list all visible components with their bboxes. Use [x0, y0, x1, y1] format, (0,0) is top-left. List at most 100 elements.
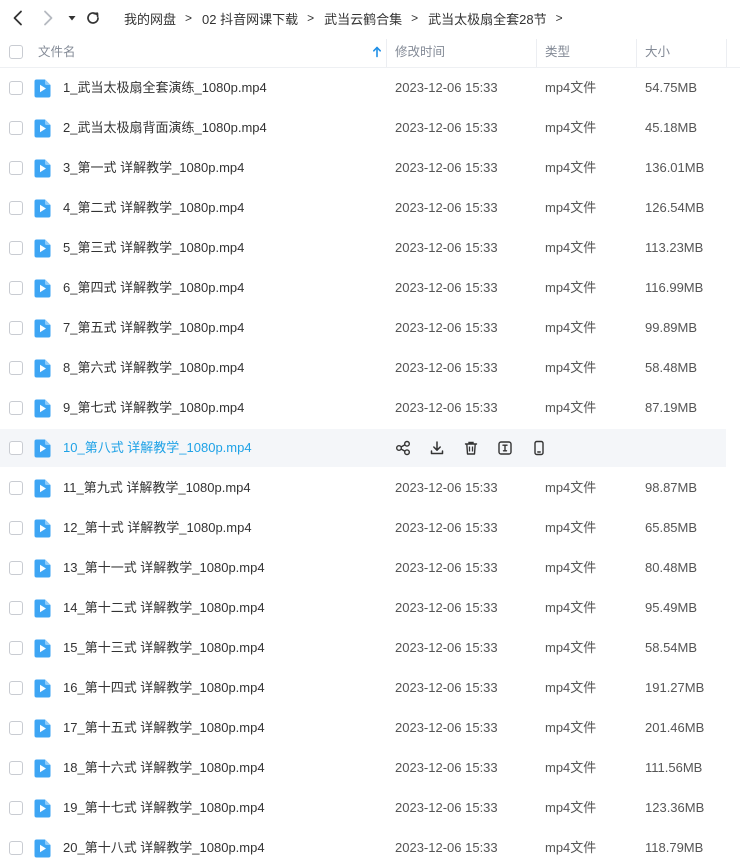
file-modified-time: 2023-12-06 15:33 — [395, 360, 498, 375]
row-checkbox[interactable] — [9, 481, 23, 495]
file-name[interactable]: 1_武当太极扇全套演练_1080p.mp4 — [63, 69, 267, 107]
file-modified-time: 2023-12-06 15:33 — [395, 840, 498, 855]
select-all-checkbox[interactable] — [9, 45, 23, 59]
file-row[interactable]: 7_第五式 详解教学_1080p.mp4 2023-12-06 15:33 mp4… — [0, 309, 726, 347]
file-name[interactable]: 5_第三式 详解教学_1080p.mp4 — [63, 229, 244, 267]
row-checkbox[interactable] — [9, 321, 23, 335]
file-row[interactable]: 19_第十七式 详解教学_1080p.mp4 2023-12-06 15:33 m… — [0, 789, 726, 827]
file-row[interactable]: 4_第二式 详解教学_1080p.mp4 2023-12-06 15:33 mp4… — [0, 189, 726, 227]
file-type: mp4文件 — [545, 280, 597, 295]
row-checkbox[interactable] — [9, 281, 23, 295]
row-checkbox[interactable] — [9, 241, 23, 255]
file-name[interactable]: 17_第十五式 详解教学_1080p.mp4 — [63, 709, 265, 747]
row-checkbox[interactable] — [9, 361, 23, 375]
file-name[interactable]: 2_武当太极扇背面演练_1080p.mp4 — [63, 109, 267, 147]
forward-button[interactable] — [38, 8, 58, 28]
file-row[interactable]: 17_第十五式 详解教学_1080p.mp4 2023-12-06 15:33 m… — [0, 709, 726, 747]
video-file-icon — [34, 319, 51, 338]
row-checkbox[interactable] — [9, 81, 23, 95]
breadcrumb-separator: > — [411, 11, 419, 25]
row-checkbox[interactable] — [9, 521, 23, 535]
file-row[interactable]: 8_第六式 详解教学_1080p.mp4 2023-12-06 15:33 mp4… — [0, 349, 726, 387]
back-button[interactable] — [8, 8, 28, 28]
column-divider[interactable] — [536, 39, 537, 67]
file-type: mp4文件 — [545, 600, 597, 615]
breadcrumb-item[interactable]: 武当云鹤合集 — [324, 9, 402, 28]
column-divider[interactable] — [636, 39, 637, 67]
delete-button[interactable] — [462, 439, 480, 457]
file-name[interactable]: 19_第十七式 详解教学_1080p.mp4 — [63, 789, 265, 827]
video-file-icon — [34, 119, 51, 138]
file-type: mp4文件 — [545, 800, 597, 815]
phone-button[interactable] — [530, 439, 548, 457]
file-name[interactable]: 18_第十六式 详解教学_1080p.mp4 — [63, 749, 265, 787]
file-row[interactable]: 12_第十式 详解教学_1080p.mp4 2023-12-06 15:33 mp… — [0, 509, 726, 547]
share-button[interactable] — [394, 439, 412, 457]
file-name[interactable]: 13_第十一式 详解教学_1080p.mp4 — [63, 549, 265, 587]
row-checkbox[interactable] — [9, 681, 23, 695]
breadcrumb-item[interactable]: 02 抖音网课下载 — [202, 9, 298, 28]
file-name[interactable]: 11_第九式 详解教学_1080p.mp4 — [63, 469, 251, 507]
row-checkbox[interactable] — [9, 121, 23, 135]
file-row[interactable]: 20_第十八式 详解教学_1080p.mp4 2023-12-06 15:33 m… — [0, 829, 726, 867]
file-size: 113.23MB — [645, 240, 704, 255]
file-row[interactable]: 18_第十六式 详解教学_1080p.mp4 2023-12-06 15:33 m… — [0, 749, 726, 787]
row-checkbox[interactable] — [9, 561, 23, 575]
file-name[interactable]: 16_第十四式 详解教学_1080p.mp4 — [63, 669, 265, 707]
rename-button[interactable] — [496, 439, 514, 457]
file-size: 123.36MB — [645, 800, 705, 815]
video-file-icon — [34, 519, 51, 538]
file-row[interactable]: 10_第八式 详解教学_1080p.mp4 — [0, 429, 726, 467]
file-name[interactable]: 7_第五式 详解教学_1080p.mp4 — [63, 309, 244, 347]
file-row[interactable]: 5_第三式 详解教学_1080p.mp4 2023-12-06 15:33 mp4… — [0, 229, 726, 267]
refresh-button[interactable] — [83, 8, 103, 28]
file-name[interactable]: 15_第十三式 详解教学_1080p.mp4 — [63, 629, 265, 667]
file-name[interactable]: 14_第十二式 详解教学_1080p.mp4 — [63, 589, 265, 627]
row-checkbox[interactable] — [9, 161, 23, 175]
file-row[interactable]: 16_第十四式 详解教学_1080p.mp4 2023-12-06 15:33 m… — [0, 669, 726, 707]
row-checkbox[interactable] — [9, 441, 23, 455]
file-name[interactable]: 10_第八式 详解教学_1080p.mp4 — [63, 429, 252, 467]
column-header-modified[interactable]: 修改时间 — [395, 37, 445, 67]
file-row[interactable]: 13_第十一式 详解教学_1080p.mp4 2023-12-06 15:33 m… — [0, 549, 726, 587]
row-checkbox[interactable] — [9, 601, 23, 615]
file-row[interactable]: 1_武当太极扇全套演练_1080p.mp4 2023-12-06 15:33 mp… — [0, 69, 726, 107]
file-list-header: 文件名 修改时间 类型 大小 — [0, 37, 740, 68]
file-row[interactable]: 2_武当太极扇背面演练_1080p.mp4 2023-12-06 15:33 mp… — [0, 109, 726, 147]
file-type: mp4文件 — [545, 840, 597, 855]
sort-ascending-icon[interactable] — [372, 46, 382, 58]
column-header-name[interactable]: 文件名 — [38, 37, 76, 67]
row-checkbox[interactable] — [9, 201, 23, 215]
row-checkbox[interactable] — [9, 721, 23, 735]
row-checkbox[interactable] — [9, 401, 23, 415]
history-dropdown-button[interactable] — [62, 8, 82, 28]
file-name[interactable]: 20_第十八式 详解教学_1080p.mp4 — [63, 829, 265, 867]
row-checkbox[interactable] — [9, 801, 23, 815]
file-row[interactable]: 14_第十二式 详解教学_1080p.mp4 2023-12-06 15:33 m… — [0, 589, 726, 627]
breadcrumb: 我的网盘 > 02 抖音网课下载 > 武当云鹤合集 > 武当太极扇全套28节 > — [124, 0, 573, 36]
file-name[interactable]: 12_第十式 详解教学_1080p.mp4 — [63, 509, 252, 547]
breadcrumb-item-current[interactable]: 武当太极扇全套28节 — [428, 9, 546, 28]
column-divider[interactable] — [386, 39, 387, 67]
file-size: 58.54MB — [645, 640, 698, 655]
file-row[interactable]: 9_第七式 详解教学_1080p.mp4 2023-12-06 15:33 mp4… — [0, 389, 726, 427]
breadcrumb-item-root[interactable]: 我的网盘 — [124, 9, 176, 28]
column-header-type[interactable]: 类型 — [545, 37, 570, 67]
file-row[interactable]: 11_第九式 详解教学_1080p.mp4 2023-12-06 15:33 mp… — [0, 469, 726, 507]
file-name[interactable]: 6_第四式 详解教学_1080p.mp4 — [63, 269, 244, 307]
file-type: mp4文件 — [545, 200, 597, 215]
file-name[interactable]: 8_第六式 详解教学_1080p.mp4 — [63, 349, 244, 387]
column-divider[interactable] — [726, 39, 727, 67]
download-button[interactable] — [428, 439, 446, 457]
file-row[interactable]: 3_第一式 详解教学_1080p.mp4 2023-12-06 15:33 mp4… — [0, 149, 726, 187]
row-checkbox[interactable] — [9, 841, 23, 855]
file-row[interactable]: 6_第四式 详解教学_1080p.mp4 2023-12-06 15:33 mp4… — [0, 269, 726, 307]
column-header-size[interactable]: 大小 — [645, 37, 670, 67]
row-checkbox[interactable] — [9, 641, 23, 655]
file-name[interactable]: 3_第一式 详解教学_1080p.mp4 — [63, 149, 244, 187]
file-name[interactable]: 4_第二式 详解教学_1080p.mp4 — [63, 189, 244, 227]
file-modified-time: 2023-12-06 15:33 — [395, 240, 498, 255]
row-checkbox[interactable] — [9, 761, 23, 775]
file-row[interactable]: 15_第十三式 详解教学_1080p.mp4 2023-12-06 15:33 m… — [0, 629, 726, 667]
file-name[interactable]: 9_第七式 详解教学_1080p.mp4 — [63, 389, 244, 427]
